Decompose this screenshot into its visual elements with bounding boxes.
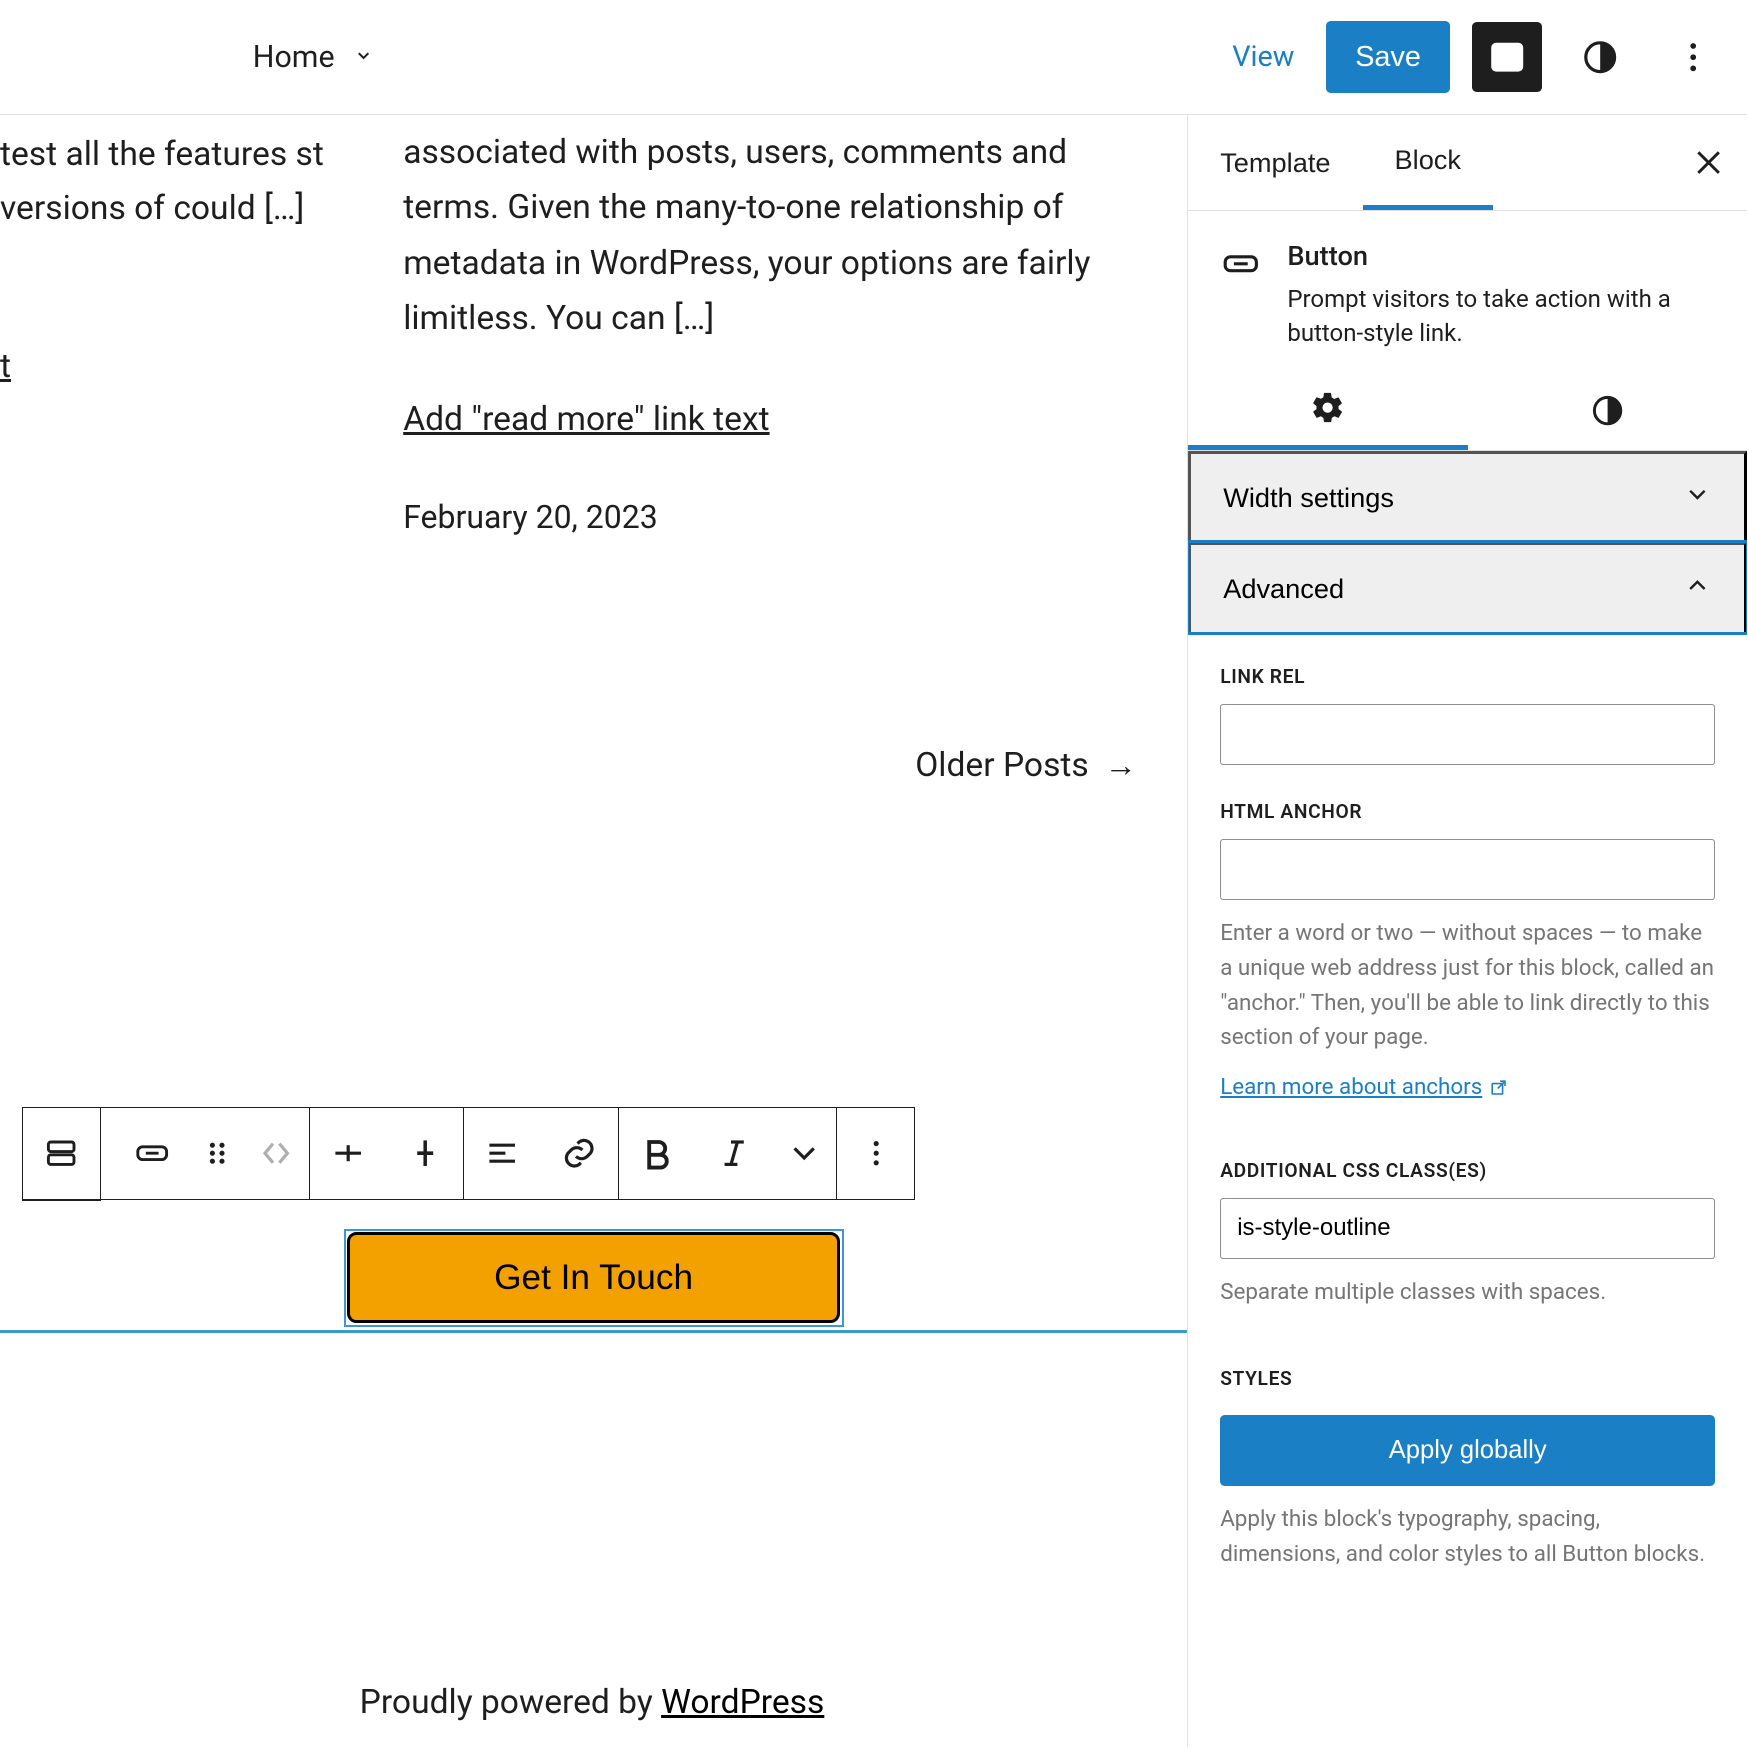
chevron-down-icon <box>1683 480 1712 516</box>
link-icon[interactable] <box>541 1109 618 1199</box>
add-after-icon[interactable] <box>386 1109 463 1199</box>
readmore-placeholder[interactable]: Add "read more" link text <box>403 400 769 439</box>
arrow-right-icon <box>1105 746 1137 785</box>
link-rel-input[interactable] <box>1220 704 1715 765</box>
css-classes-input[interactable] <box>1220 1198 1715 1259</box>
html-anchor-help: Enter a word or two — without spaces — t… <box>1220 916 1715 1055</box>
styles-label: STYLES <box>1220 1367 1715 1390</box>
more-vertical-icon[interactable] <box>837 1109 914 1199</box>
post-date[interactable]: February 20, 2023 <box>403 498 658 536</box>
prev-next-icon <box>245 1109 309 1199</box>
older-posts-label: Older Posts <box>915 746 1089 785</box>
sidebar-toggle-icon[interactable] <box>1472 22 1542 92</box>
get-in-touch-button[interactable]: Get In Touch <box>347 1232 840 1323</box>
add-before-icon[interactable] <box>310 1109 387 1199</box>
contrast-icon <box>1590 393 1625 428</box>
tab-block[interactable]: Block <box>1363 115 1493 210</box>
settings-sidebar: Template Block Button Prompt visitors to… <box>1187 115 1747 1747</box>
view-link[interactable]: View <box>1223 27 1304 87</box>
html-anchor-input[interactable] <box>1220 839 1715 900</box>
align-icon[interactable] <box>464 1109 541 1199</box>
site-footer[interactable]: Proudly powered by WordPress <box>0 1683 1184 1722</box>
footer-prefix: Proudly powered by <box>360 1683 661 1722</box>
parent-block-icon[interactable] <box>23 1109 100 1199</box>
chevron-up-icon <box>1683 571 1712 607</box>
button-block-icon <box>1220 243 1262 285</box>
save-button[interactable]: Save <box>1326 21 1449 92</box>
button-block-selected[interactable]: Get In Touch <box>344 1229 844 1327</box>
footer-wordpress-link[interactable]: WordPress <box>661 1683 824 1722</box>
panel-advanced[interactable]: Advanced <box>1188 542 1747 633</box>
panel-title: Width settings <box>1223 482 1394 514</box>
chevron-down-icon[interactable] <box>772 1109 836 1199</box>
learn-anchors-link[interactable]: Learn more about anchors <box>1220 1074 1508 1100</box>
css-classes-help: Separate multiple classes with spaces. <box>1220 1275 1715 1310</box>
settings-subtab[interactable] <box>1188 370 1468 450</box>
html-anchor-label: HTML ANCHOR <box>1220 800 1715 823</box>
close-icon[interactable] <box>1670 124 1747 201</box>
panel-width-settings[interactable]: Width settings <box>1188 451 1747 542</box>
bold-icon[interactable] <box>619 1109 696 1199</box>
post-excerpt[interactable]: associated with posts, users, comments a… <box>403 125 1139 347</box>
external-link-icon <box>1489 1078 1508 1097</box>
block-description: Prompt visitors to take action with a bu… <box>1287 282 1715 352</box>
contrast-icon[interactable] <box>1565 22 1635 92</box>
gear-icon <box>1310 390 1345 425</box>
tab-template[interactable]: Template <box>1188 115 1362 210</box>
more-vertical-icon[interactable] <box>1658 22 1728 92</box>
link-rel-label: LINK REL <box>1220 665 1715 688</box>
learn-anchors-label: Learn more about anchors <box>1220 1074 1482 1100</box>
drag-icon[interactable] <box>190 1109 244 1199</box>
apply-globally-button[interactable]: Apply globally <box>1220 1415 1715 1486</box>
chevron-down-icon[interactable] <box>354 42 373 72</box>
block-name: Button <box>1287 240 1715 272</box>
nav-home[interactable]: Home <box>253 40 335 75</box>
editor-canvas[interactable]: test all the features st versions of cou… <box>0 115 1187 1747</box>
panel-title: Advanced <box>1223 573 1344 605</box>
italic-icon[interactable] <box>696 1109 773 1199</box>
styles-subtab[interactable] <box>1468 370 1748 450</box>
block-type-icon[interactable] <box>113 1109 190 1199</box>
block-toolbar <box>22 1107 915 1200</box>
readmore-link[interactable]: t <box>0 347 11 386</box>
post-excerpt[interactable]: test all the features st versions of cou… <box>0 128 352 236</box>
css-classes-label: ADDITIONAL CSS CLASS(ES) <box>1220 1159 1715 1182</box>
older-posts-link[interactable]: Older Posts <box>915 746 1137 785</box>
apply-globally-help: Apply this block's typography, spacing, … <box>1220 1502 1715 1571</box>
button-block-wrapper[interactable]: Get In Touch <box>0 1222 1187 1333</box>
